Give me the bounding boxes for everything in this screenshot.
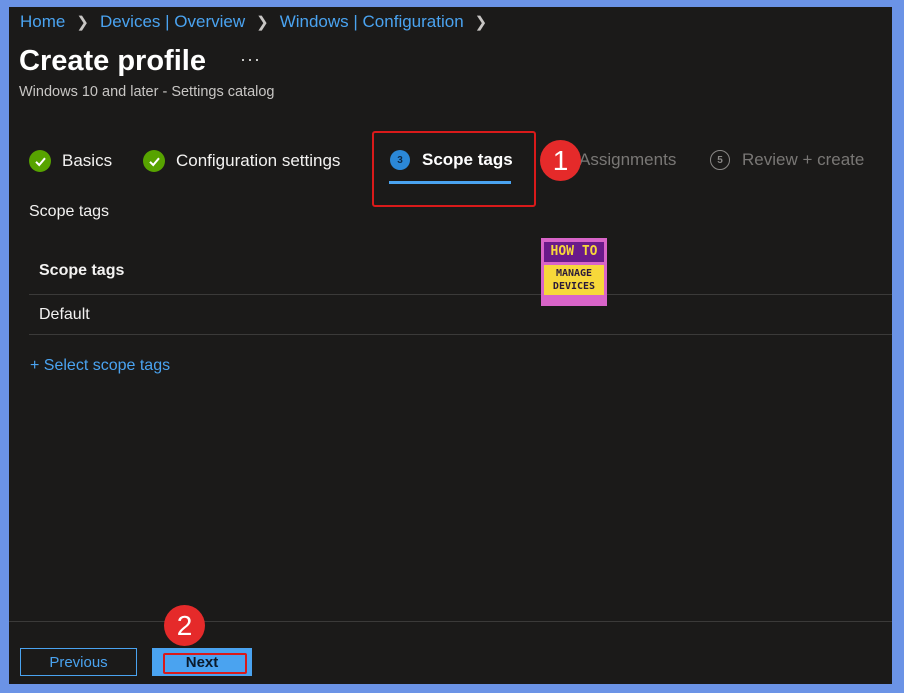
breadcrumb: Home ❯ Devices | Overview ❯ Windows | Co… [20,11,498,33]
table-row: Default [39,306,90,323]
more-options-icon[interactable]: ··· [240,49,261,70]
logo-text: HOW TO [544,242,604,262]
chevron-right-icon: ❯ [76,14,89,31]
how-to-manage-devices-logo: HOW TO MANAGE DEVICES [541,238,607,306]
step-label: Basics [62,151,113,170]
checkmark-icon [143,150,165,172]
step-label: Configuration settings [176,151,341,170]
table-header: Scope tags [39,262,125,279]
annotation-badge-1: 1 [540,140,581,181]
create-profile-panel: Home ❯ Devices | Overview ❯ Windows | Co… [9,7,892,684]
breadcrumb-devices-overview[interactable]: Devices | Overview [100,12,245,32]
step-label: Assignments [579,150,677,169]
section-label: Scope tags [29,203,110,220]
annotation-badge-2: 2 [164,605,205,646]
select-scope-tags-link[interactable]: + Select scope tags [30,357,170,375]
page-title: Create profile [19,45,206,77]
divider [29,294,892,295]
step-configuration-settings[interactable]: Configuration settings [143,150,340,172]
checkmark-icon [29,150,51,172]
highlight-box-scope-tags [372,131,536,207]
divider [29,334,892,335]
breadcrumb-windows-configuration[interactable]: Windows | Configuration [280,12,464,32]
page-subtitle: Windows 10 and later - Settings catalog [19,84,275,100]
step-label: Review + create [742,150,865,169]
footer-divider [9,621,892,622]
previous-button[interactable]: Previous [20,648,137,676]
step-review-create[interactable]: 5 Review + create [710,150,864,170]
logo-text-bottom: MANAGE DEVICES [544,265,604,295]
step-number: 5 [710,150,730,170]
chevron-right-icon: ❯ [474,14,488,31]
breadcrumb-home[interactable]: Home [20,12,65,32]
step-basics[interactable]: Basics [29,150,112,172]
step-assignments[interactable]: Assignments [579,150,676,170]
highlight-box-next [163,653,247,674]
chevron-right-icon: ❯ [256,14,269,31]
